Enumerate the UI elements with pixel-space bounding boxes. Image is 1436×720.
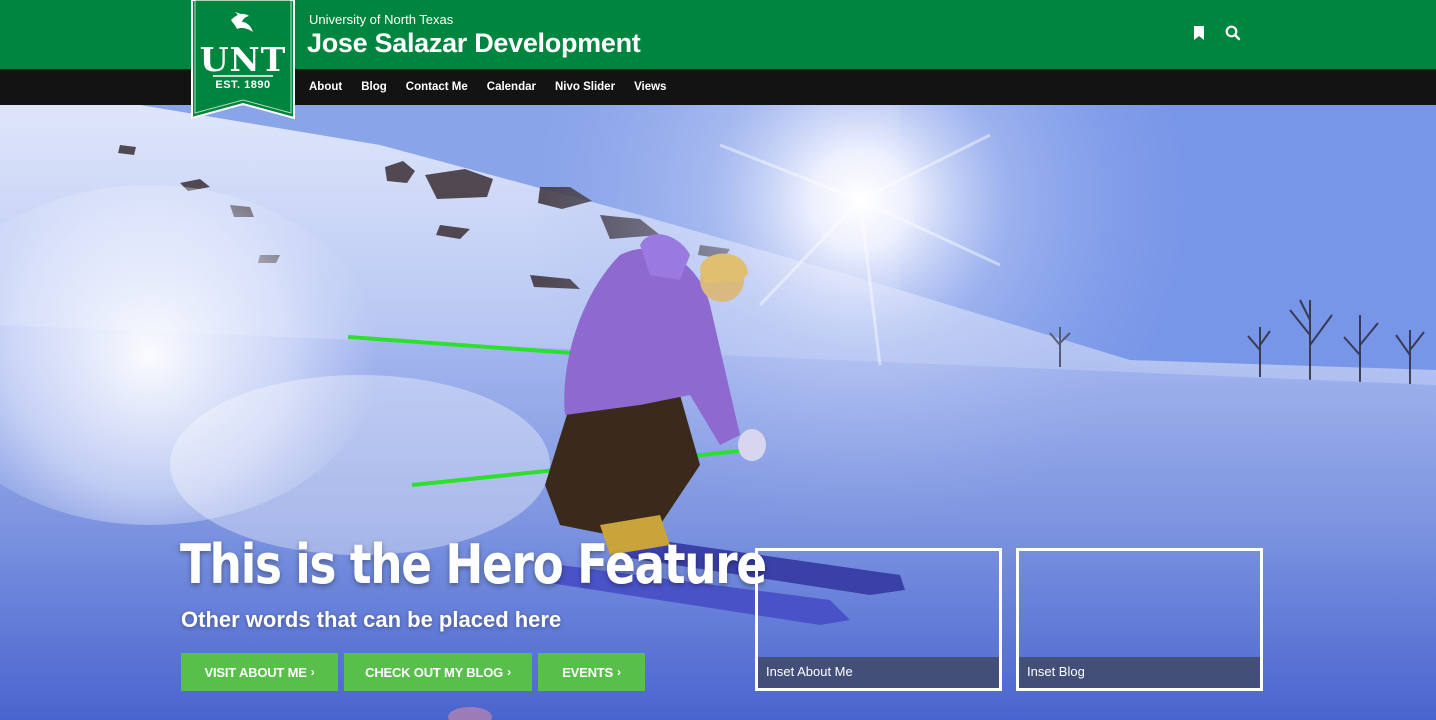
nav-item-nivo-slider[interactable]: Nivo Slider: [555, 81, 615, 93]
hero-title: This is the Hero Feature: [180, 533, 767, 596]
inset-caption: Inset About Me: [758, 657, 999, 688]
button-label: VISIT ABOUT ME: [204, 664, 307, 680]
chevron-right-icon: ›: [617, 665, 621, 679]
hero-feature: This is the Hero Feature Other words tha…: [0, 105, 1436, 720]
events-button[interactable]: EVENTS ›: [538, 653, 645, 691]
nav-item-calendar[interactable]: Calendar: [487, 81, 536, 93]
button-label: EVENTS: [562, 664, 614, 680]
chevron-right-icon: ›: [507, 665, 511, 679]
unt-logo[interactable]: UNT EST. 1890: [191, 0, 295, 120]
check-out-blog-button[interactable]: CHECK OUT MY BLOG ›: [344, 653, 532, 691]
hero-subtitle: Other words that can be placed here: [181, 607, 562, 632]
logo-established: EST. 1890: [215, 79, 271, 91]
button-label: CHECK OUT MY BLOG: [365, 664, 504, 680]
header-icons: [1190, 24, 1242, 42]
nav-menu: About Blog Contact Me Calendar Nivo Slid…: [309, 69, 685, 105]
nav-item-views[interactable]: Views: [634, 81, 666, 93]
university-name[interactable]: University of North Texas: [309, 12, 453, 27]
nav-item-about[interactable]: About: [309, 81, 342, 93]
site-title[interactable]: Jose Salazar Development: [307, 28, 641, 59]
logo-text: UNT: [199, 40, 287, 79]
nav-item-blog[interactable]: Blog: [361, 81, 387, 93]
nav-item-contact[interactable]: Contact Me: [406, 81, 468, 93]
inset-about-me[interactable]: Inset About Me: [755, 548, 1002, 691]
inset-blog[interactable]: Inset Blog: [1016, 548, 1263, 691]
bookmark-icon[interactable]: [1190, 24, 1208, 42]
search-icon[interactable]: [1224, 24, 1242, 42]
chevron-right-icon: ›: [310, 665, 315, 679]
visit-about-me-button[interactable]: VISIT ABOUT ME ›: [181, 653, 338, 691]
inset-caption: Inset Blog: [1019, 657, 1260, 688]
